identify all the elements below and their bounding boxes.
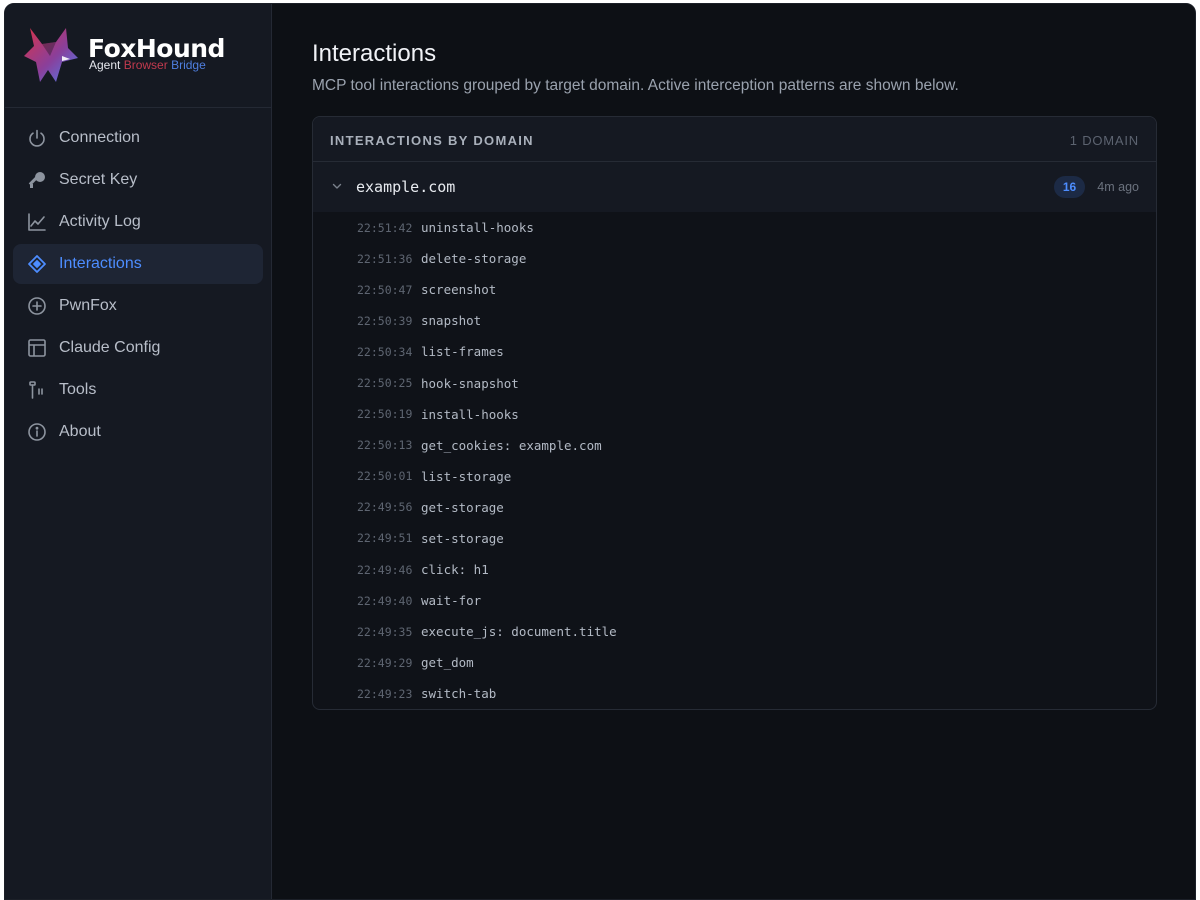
sidebar-item-secret-key[interactable]: Secret Key (13, 160, 263, 200)
interaction-tool: snapshot (421, 313, 482, 329)
list-item[interactable]: 22:49:29 get_dom (313, 647, 1156, 678)
sidebar-item-claude-config[interactable]: Claude Config (13, 328, 263, 368)
sidebar-item-label: PwnFox (59, 297, 117, 314)
interaction-tool: get_cookies: example.com (421, 437, 602, 453)
interaction-time: 22:50:39 (357, 313, 413, 328)
sidebar: FoxHound Agent Browser Bridge Connection… (5, 4, 272, 899)
list-item[interactable]: 22:51:42 uninstall-hooks (313, 212, 1156, 243)
list-item[interactable]: 22:50:19 install-hooks (313, 399, 1156, 430)
interaction-tool: hook-snapshot (421, 375, 519, 391)
interaction-time: 22:49:29 (357, 655, 413, 670)
card-title: INTERACTIONS BY DOMAIN (330, 133, 534, 148)
list-item[interactable]: 22:49:40 wait-for (313, 585, 1156, 616)
interaction-time: 22:51:42 (357, 220, 413, 235)
sidebar-item-activity-log[interactable]: Activity Log (13, 202, 263, 242)
diamond-target-icon (27, 254, 47, 274)
interaction-tool: get-storage (421, 499, 504, 515)
sidebar-nav: Connection Secret Key Activity Log Inter… (13, 118, 263, 454)
sidebar-item-connection[interactable]: Connection (13, 118, 263, 158)
list-item[interactable]: 22:50:13 get_cookies: example.com (313, 430, 1156, 461)
sidebar-item-label: Claude Config (59, 339, 161, 356)
interaction-tool: set-storage (421, 530, 504, 546)
plus-circle-icon (27, 296, 47, 316)
interaction-time: 22:49:40 (357, 593, 413, 608)
interaction-tool: uninstall-hooks (421, 220, 534, 236)
interaction-tool: switch-tab (421, 686, 497, 702)
interaction-time: 22:50:13 (357, 438, 413, 453)
brand-subtitle: Agent Browser Bridge (89, 59, 206, 71)
interaction-time: 22:49:35 (357, 624, 413, 639)
interaction-count-badge: 16 (1054, 176, 1085, 198)
domain-group-header[interactable]: example.com 16 4m ago (313, 162, 1156, 212)
layout-icon (27, 338, 47, 358)
sidebar-item-label: Activity Log (59, 213, 141, 230)
interaction-time: 22:51:36 (357, 251, 413, 266)
domain-name: example.com (356, 178, 456, 196)
sidebar-item-label: Tools (59, 381, 97, 398)
page-description: MCP tool interactions grouped by target … (312, 77, 959, 94)
key-icon (27, 170, 47, 190)
interaction-time: 22:49:46 (357, 562, 413, 577)
interaction-time: 22:50:34 (357, 344, 413, 359)
interaction-tool: click: h1 (421, 562, 489, 578)
card-header: INTERACTIONS BY DOMAIN 1 DOMAIN (313, 117, 1156, 162)
interaction-time: 22:49:56 (357, 500, 413, 515)
sidebar-item-interactions[interactable]: Interactions (13, 244, 263, 284)
brand-sub-agent: Agent (89, 58, 121, 72)
list-item[interactable]: 22:51:36 delete-storage (313, 243, 1156, 274)
list-item[interactable]: 22:49:23 switch-tab (313, 678, 1156, 709)
brand-sub-bridge: Bridge (171, 58, 206, 72)
list-item[interactable]: 22:50:47 screenshot (313, 274, 1156, 305)
interaction-tool: list-storage (421, 468, 512, 484)
interaction-tool: execute_js: document.title (421, 624, 617, 640)
interaction-time: 22:49:23 (357, 686, 413, 701)
list-item[interactable]: 22:49:56 get-storage (313, 492, 1156, 523)
sidebar-item-label: Interactions (59, 255, 142, 272)
domain-count: 1 DOMAIN (1069, 133, 1139, 148)
brand-header: FoxHound Agent Browser Bridge (5, 4, 271, 108)
power-icon (27, 128, 47, 148)
sidebar-item-label: About (59, 423, 101, 440)
interaction-time: 22:50:47 (357, 282, 413, 297)
interaction-time: 22:50:01 (357, 469, 413, 484)
interaction-tool: screenshot (421, 282, 497, 298)
sidebar-item-about[interactable]: About (13, 412, 263, 452)
interaction-tool: install-hooks (421, 406, 519, 422)
interaction-tool: delete-storage (421, 251, 527, 267)
tools-icon (27, 380, 47, 400)
interaction-time: 22:50:19 (357, 407, 413, 422)
list-item[interactable]: 22:49:51 set-storage (313, 523, 1156, 554)
app-window: FoxHound Agent Browser Bridge Connection… (4, 3, 1196, 900)
brand-sub-browser: Browser (123, 58, 168, 72)
page-title: Interactions (312, 40, 437, 67)
list-item[interactable]: 22:50:25 hook-snapshot (313, 367, 1156, 398)
interaction-tool: get_dom (421, 655, 474, 671)
list-item[interactable]: 22:50:34 list-frames (313, 336, 1156, 367)
foxhound-logo-icon (24, 28, 78, 82)
interaction-time: 22:50:25 (357, 376, 413, 391)
interaction-list: 22:51:42 uninstall-hooks 22:51:36 delete-s… (313, 212, 1156, 709)
sidebar-item-tools[interactable]: Tools (13, 370, 263, 410)
interactions-card: INTERACTIONS BY DOMAIN 1 DOMAIN example.… (312, 116, 1157, 710)
main-content: Interactions MCP tool interactions group… (272, 4, 1195, 899)
last-seen-time: 4m ago (1097, 180, 1139, 194)
sidebar-item-label: Connection (59, 129, 140, 146)
interaction-tool: wait-for (421, 593, 482, 609)
list-item[interactable]: 22:49:46 click: h1 (313, 554, 1156, 585)
sidebar-item-label: Secret Key (59, 171, 138, 188)
interaction-time: 22:49:51 (357, 531, 413, 546)
info-icon (27, 422, 47, 442)
list-item[interactable]: 22:49:35 execute_js: document.title (313, 616, 1156, 647)
chart-line-icon (27, 212, 47, 232)
list-item[interactable]: 22:50:01 list-storage (313, 461, 1156, 492)
list-item[interactable]: 22:50:39 snapshot (313, 305, 1156, 336)
chevron-down-icon[interactable] (331, 180, 343, 192)
sidebar-item-pwnfox[interactable]: PwnFox (13, 286, 263, 326)
interaction-tool: list-frames (421, 344, 504, 360)
